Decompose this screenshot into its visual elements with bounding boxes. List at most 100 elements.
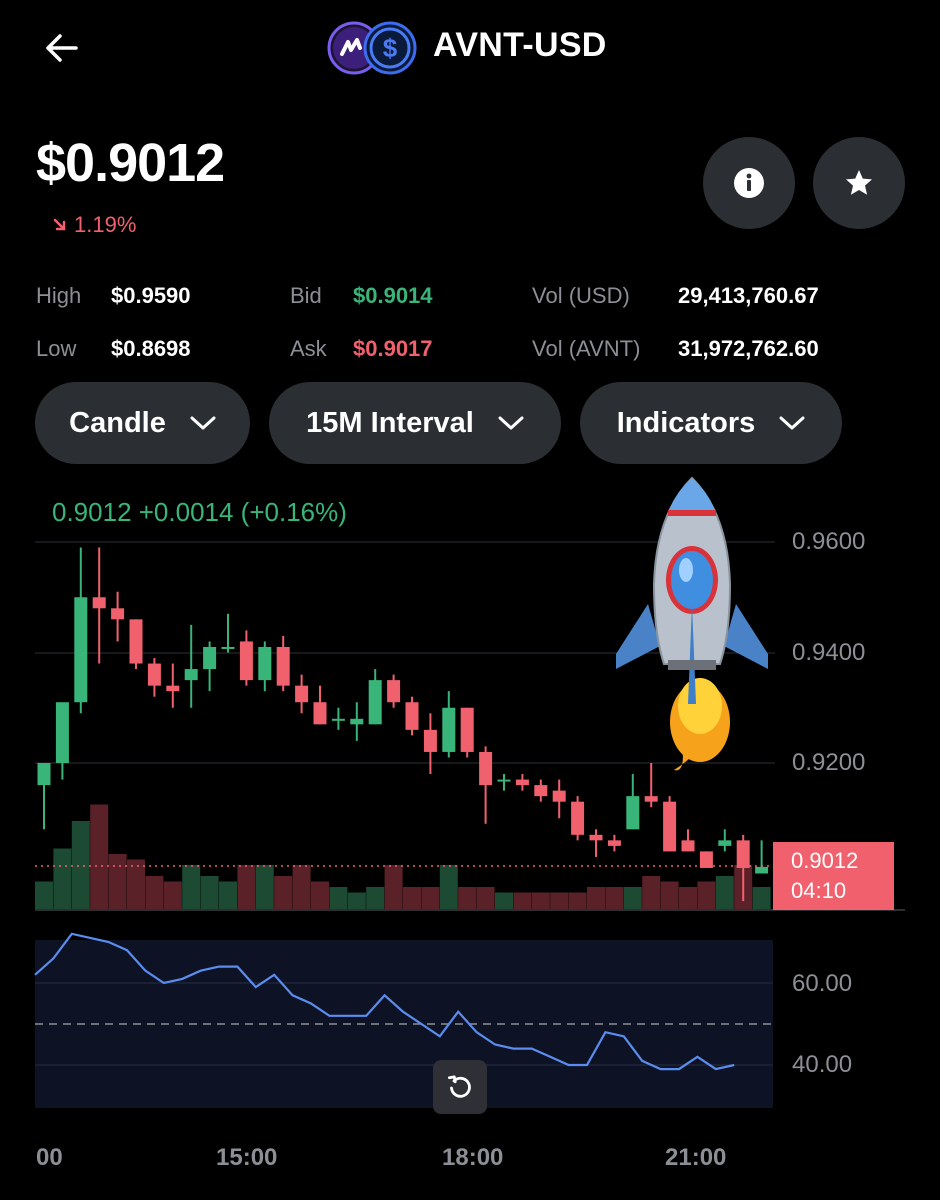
time-axis-label: 00 — [36, 1144, 63, 1171]
svg-text:$: $ — [383, 33, 398, 63]
interval-dropdown[interactable]: 15M Interval — [269, 382, 561, 464]
rocket-icon — [616, 476, 768, 771]
candle-body — [313, 702, 327, 725]
candle-body — [37, 763, 51, 786]
volume-bars — [35, 804, 771, 909]
volume-bar — [660, 881, 679, 909]
volume-bar — [255, 865, 274, 909]
volume-bar — [347, 892, 366, 909]
bid-value: $0.9014 — [353, 283, 433, 308]
price-axis-label: 0.9600 — [792, 528, 866, 555]
low-label: Low — [36, 336, 77, 361]
volume-bar — [292, 865, 311, 909]
candle-body — [221, 646, 235, 649]
high-label: High — [36, 283, 82, 308]
candle-body — [736, 840, 750, 868]
candle-body — [387, 680, 401, 703]
volume-bar — [715, 876, 734, 909]
ask-label: Ask — [290, 336, 327, 361]
candle-body — [681, 840, 695, 852]
rsi-axis-label: 40.00 — [792, 1051, 853, 1078]
candle-body — [331, 718, 345, 721]
vol-avnt-label: Vol (AVNT) — [532, 336, 641, 361]
rsi-axis-label: 60.00 — [792, 970, 853, 997]
volume-bar — [531, 892, 550, 909]
arrow-down-right-icon — [53, 218, 66, 231]
candle-body — [644, 796, 658, 802]
candle-body — [55, 702, 69, 763]
candle-body — [552, 790, 566, 802]
candle-body — [111, 608, 125, 620]
vol-usd-label: Vol (USD) — [532, 283, 630, 308]
volume-bar — [550, 892, 569, 909]
volume-bar — [568, 892, 587, 909]
volume-bar — [366, 887, 385, 909]
volume-bar — [605, 887, 624, 909]
candle-body — [147, 663, 161, 686]
candle-body — [607, 840, 621, 846]
chart-type-dropdown[interactable]: Candle — [35, 382, 250, 464]
back-button[interactable] — [40, 26, 84, 70]
candle-body — [258, 646, 272, 681]
chevron-down-icon — [190, 416, 216, 430]
volume-bar — [90, 804, 109, 909]
volume-bar — [403, 887, 421, 909]
volume-bar — [237, 865, 256, 909]
volume-bar — [274, 876, 293, 909]
candle-body — [295, 685, 309, 703]
volume-bar — [513, 892, 532, 909]
candle-body — [442, 707, 456, 752]
volume-bar — [752, 887, 771, 909]
indicators-dropdown[interactable]: Indicators — [580, 382, 842, 464]
candle-body — [405, 702, 419, 730]
last-price-tag-value: 0.9012 — [791, 848, 859, 873]
chevron-down-icon — [779, 416, 805, 430]
volume-bar — [476, 887, 495, 909]
volume-bar — [384, 865, 403, 909]
info-icon — [734, 168, 764, 198]
volume-bar — [458, 887, 477, 909]
volume-bar — [145, 876, 164, 909]
rotate-left-icon — [447, 1075, 471, 1098]
candle-body — [571, 801, 585, 835]
candle-body — [74, 597, 88, 703]
candle-body — [166, 685, 180, 692]
candle-countdown: 04:10 — [791, 878, 847, 903]
candle-body — [534, 785, 548, 797]
volume-bar — [329, 887, 348, 909]
chart-type-label: Candle — [69, 406, 166, 439]
volume-bar — [182, 865, 201, 909]
volume-bar — [679, 887, 697, 909]
candle-body — [497, 779, 511, 782]
arrow-left-icon — [46, 34, 78, 62]
volume-bar — [623, 887, 642, 909]
price-axis-label: 0.9200 — [792, 749, 866, 776]
reset-zoom-button[interactable] — [433, 1060, 487, 1114]
low-value: $0.8698 — [111, 336, 191, 361]
volume-bar — [219, 881, 237, 909]
volume-bar — [421, 887, 440, 909]
volume-bar — [35, 881, 53, 909]
candle-body — [239, 641, 253, 681]
pair-title: AVNT-USD — [433, 26, 607, 64]
favorite-button[interactable] — [813, 137, 905, 229]
price-axis-label: 0.9400 — [792, 639, 866, 666]
pair-logos: $ — [326, 20, 418, 76]
info-button[interactable] — [703, 137, 795, 229]
indicators-label: Indicators — [616, 406, 756, 439]
current-price: $0.9012 — [36, 133, 225, 193]
candle-body — [276, 646, 290, 686]
candle-body — [755, 866, 769, 874]
volume-bar — [495, 892, 513, 909]
candle-body — [718, 840, 732, 846]
volume-bar — [642, 876, 661, 909]
volume-bar — [311, 881, 329, 909]
volume-bar — [108, 854, 127, 909]
chevron-down-icon — [498, 416, 524, 430]
candle-body — [663, 801, 677, 852]
candle-body — [626, 796, 640, 830]
ask-value: $0.9017 — [353, 336, 433, 361]
candle-body — [184, 669, 198, 681]
volume-bar — [127, 859, 145, 909]
volume-bar — [71, 821, 90, 909]
